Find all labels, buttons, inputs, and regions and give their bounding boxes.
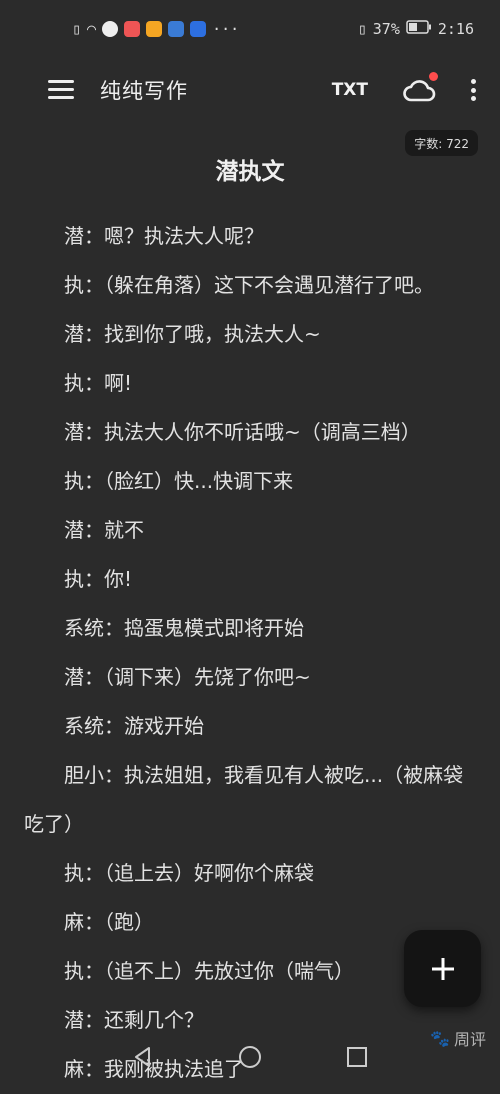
baidu-icon <box>190 21 207 37</box>
paragraph: 胆小：执法姐姐，我看见有人被吃...（被麻袋吃了） <box>24 763 464 836</box>
vibrate-icon: ▯ <box>357 20 367 38</box>
wifi-icon: ◠ <box>87 20 97 38</box>
battery-percent: 37% <box>372 20 400 38</box>
paragraph: 潜：（调下来）先饶了你吧~ <box>64 665 311 689</box>
system-navigation-bar <box>0 1030 500 1083</box>
home-circle-icon <box>238 1045 261 1068</box>
watermark-logo-icon: 🐾 <box>430 1028 450 1048</box>
home-button[interactable] <box>235 1042 265 1072</box>
export-txt-button[interactable]: TXT <box>332 80 368 100</box>
sim-icon: ▯ <box>72 20 82 38</box>
paragraph: 潜：就不 <box>64 518 144 542</box>
notification-app-icon <box>168 21 185 37</box>
notification-app-icon <box>124 21 141 37</box>
recents-square-icon <box>346 1046 367 1067</box>
notification-app-icon <box>146 21 163 37</box>
paragraph: 执：你! <box>64 567 133 591</box>
status-bar: ▯ ◠ ··· ▯ 37% 2:16 <box>0 0 500 58</box>
paragraph: 潜：找到你了哦，执法大人~ <box>64 322 321 346</box>
more-notifications-icon: ··· <box>212 20 240 38</box>
cloud-sync-icon[interactable] <box>402 72 438 104</box>
battery-icon <box>406 20 432 38</box>
paragraph: 执：（脸红）快...快调下来 <box>64 469 294 493</box>
paragraph: 系统：捣蛋鬼模式即将开始 <box>64 616 304 640</box>
app-title: 纯纯写作 <box>100 79 188 103</box>
paragraph: 潜：执法大人你不听话哦~（调高三档） <box>64 420 421 444</box>
recents-button[interactable] <box>342 1042 372 1072</box>
clock: 2:16 <box>437 20 474 38</box>
document-title[interactable]: 潜执文 <box>0 152 500 186</box>
add-button[interactable] <box>404 930 481 1007</box>
paragraph: 系统：游戏开始 <box>64 714 204 738</box>
back-button[interactable] <box>128 1042 158 1072</box>
status-bar-right: ▯ 37% 2:16 <box>358 20 474 38</box>
more-options-icon[interactable] <box>470 79 476 101</box>
paragraph: 潜：嗯？执法大人呢？ <box>64 224 264 248</box>
watermark: 🐾 周评 <box>430 1026 486 1050</box>
app-toolbar: 纯纯写作 TXT <box>0 58 500 122</box>
sync-badge-dot <box>429 72 438 81</box>
paragraph: 执：啊! <box>64 371 133 395</box>
back-triangle-icon <box>135 1046 151 1067</box>
menu-icon[interactable] <box>48 80 74 100</box>
notification-app-icon <box>102 21 119 37</box>
status-bar-left: ▯ ◠ ··· <box>72 20 239 38</box>
watermark-text: 周评 <box>453 1030 486 1049</box>
plus-icon <box>431 957 454 980</box>
paragraph: 执：（躲在角落）这下不会遇见潜行了吧。 <box>64 273 434 297</box>
paragraph: 执：（追上去）好啊你个麻袋 <box>64 861 314 885</box>
toolbar-actions: TXT <box>332 72 476 104</box>
